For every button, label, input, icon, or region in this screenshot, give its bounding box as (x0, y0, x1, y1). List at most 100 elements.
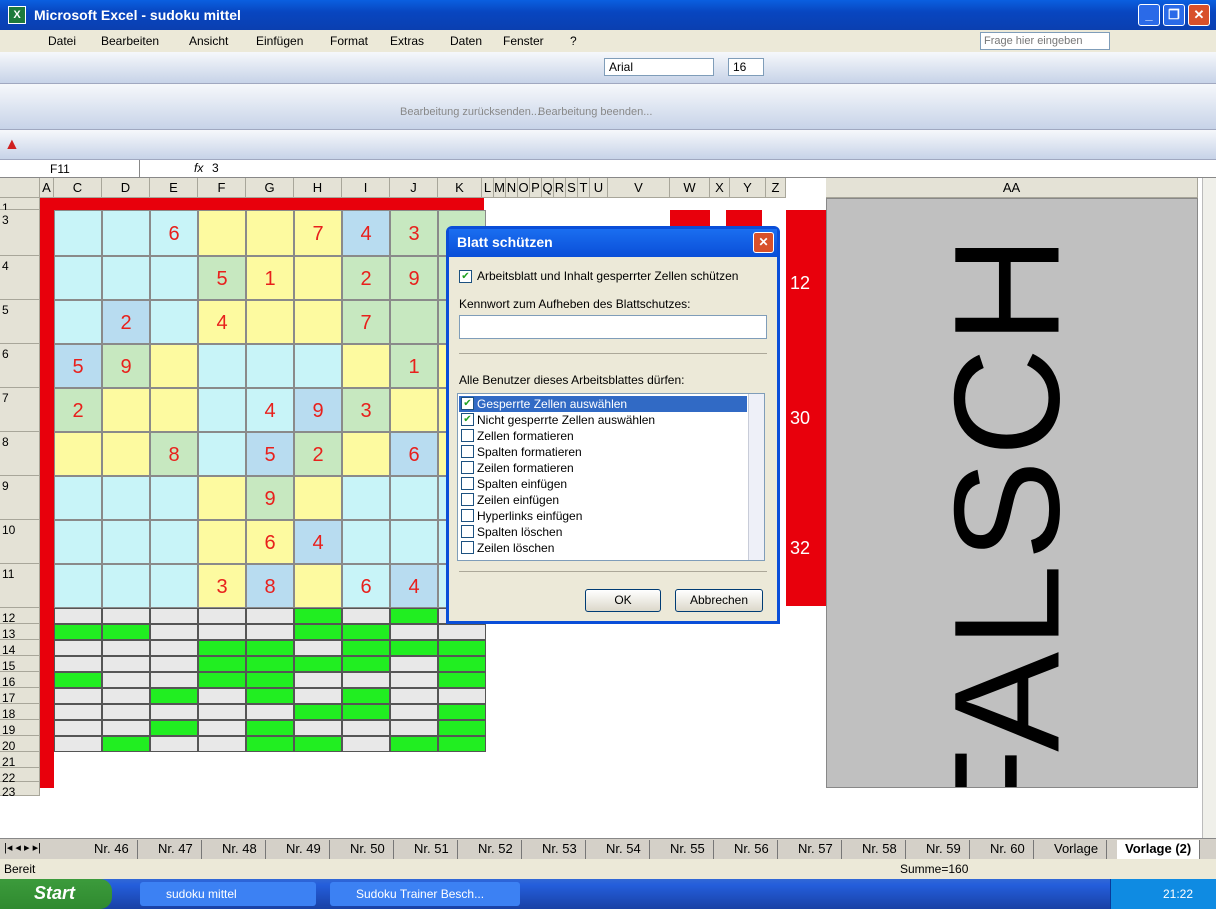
sudoku-cell[interactable] (246, 300, 294, 344)
sudoku-cell[interactable]: 9 (390, 256, 438, 300)
column-header[interactable]: AA (826, 178, 1198, 198)
row-header[interactable]: 7 (0, 388, 40, 432)
column-header[interactable]: I (342, 178, 390, 198)
row-header[interactable]: 16 (0, 672, 40, 689)
task-sudoku-trainer[interactable]: Sudoku Trainer Besch... (330, 882, 520, 906)
sheet-tab[interactable]: Nr. 56 (726, 840, 778, 859)
permission-checkbox[interactable] (461, 477, 474, 490)
sudoku-cell[interactable] (150, 520, 198, 564)
sudoku-cell[interactable] (294, 476, 342, 520)
sudoku-cell[interactable] (54, 564, 102, 608)
sudoku-cell[interactable]: 1 (390, 344, 438, 388)
sudoku-cell[interactable] (54, 476, 102, 520)
sudoku-cell[interactable] (342, 432, 390, 476)
column-header[interactable]: N (506, 178, 518, 198)
sudoku-cell[interactable]: 2 (54, 388, 102, 432)
permission-checkbox[interactable] (461, 445, 474, 458)
sudoku-cell[interactable]: 1 (246, 256, 294, 300)
sheet-tab[interactable]: Nr. 54 (598, 840, 650, 859)
row-header[interactable]: 20 (0, 736, 40, 753)
sheet-tab[interactable]: Nr. 58 (854, 840, 906, 859)
row-header[interactable]: 14 (0, 640, 40, 657)
sudoku-cell[interactable]: 4 (294, 520, 342, 564)
sudoku-cell[interactable] (198, 520, 246, 564)
column-header[interactable]: T (578, 178, 590, 198)
review-end-button[interactable]: Bearbeitung beenden... (538, 106, 652, 118)
sudoku-cell[interactable]: 5 (54, 344, 102, 388)
sudoku-cell[interactable]: 2 (342, 256, 390, 300)
row-header[interactable]: 3 (0, 210, 40, 256)
permission-item[interactable]: ✔ Gesperrte Zellen auswählen (459, 396, 747, 412)
sudoku-cell[interactable]: 7 (294, 210, 342, 256)
sudoku-cell[interactable]: 2 (102, 300, 150, 344)
sudoku-cell[interactable]: 8 (150, 432, 198, 476)
sudoku-cell[interactable] (198, 210, 246, 256)
vertical-scrollbar[interactable] (1202, 178, 1216, 838)
column-header[interactable]: C (54, 178, 102, 198)
sheet-tab[interactable]: Nr. 60 (982, 840, 1034, 859)
row-header[interactable]: 1 (0, 198, 40, 215)
row-header[interactable]: 15 (0, 656, 40, 673)
formula-input[interactable]: 3 (212, 161, 219, 175)
permission-item[interactable]: Spalten formatieren (459, 444, 747, 460)
sudoku-cell[interactable]: 6 (150, 210, 198, 256)
sudoku-cell[interactable]: 5 (198, 256, 246, 300)
column-header[interactable]: E (150, 178, 198, 198)
sudoku-cell[interactable] (342, 476, 390, 520)
sheet-tab[interactable]: Nr. 50 (342, 840, 394, 859)
sudoku-cell[interactable]: 6 (342, 564, 390, 608)
column-header[interactable]: Q (542, 178, 554, 198)
column-header[interactable]: S (566, 178, 578, 198)
task-excel[interactable]: sudoku mittel (140, 882, 316, 906)
sudoku-cell[interactable] (294, 256, 342, 300)
row-header[interactable]: 12 (0, 608, 40, 625)
sudoku-cell[interactable] (198, 388, 246, 432)
sudoku-cell[interactable]: 8 (246, 564, 294, 608)
sudoku-cell[interactable]: 9 (102, 344, 150, 388)
sudoku-cell[interactable]: 6 (246, 520, 294, 564)
list-scrollbar[interactable] (748, 394, 764, 560)
permission-item[interactable]: Zeilen einfügen (459, 492, 747, 508)
row-header[interactable]: 19 (0, 720, 40, 737)
sheet-tab[interactable]: Nr. 53 (534, 840, 586, 859)
row-header[interactable]: 4 (0, 256, 40, 300)
sudoku-cell[interactable] (294, 344, 342, 388)
sudoku-cell[interactable]: 3 (390, 210, 438, 256)
sudoku-cell[interactable] (102, 256, 150, 300)
help-input[interactable]: Frage hier eingeben (980, 32, 1110, 50)
permission-checkbox[interactable] (461, 525, 474, 538)
permission-item[interactable]: Hyperlinks einfügen (459, 508, 747, 524)
column-header[interactable]: V (608, 178, 670, 198)
sudoku-cell[interactable] (390, 300, 438, 344)
sudoku-cell[interactable]: 4 (246, 388, 294, 432)
sudoku-cell[interactable] (198, 344, 246, 388)
permission-item[interactable]: Zellen formatieren (459, 428, 747, 444)
sheet-tab[interactable]: Nr. 51 (406, 840, 458, 859)
sudoku-cell[interactable]: 4 (390, 564, 438, 608)
sudoku-cell[interactable]: 4 (198, 300, 246, 344)
sudoku-cell[interactable] (150, 256, 198, 300)
row-header[interactable]: 9 (0, 476, 40, 520)
permission-checkbox[interactable] (461, 461, 474, 474)
review-back-button[interactable]: Bearbeitung zurücksenden... (400, 106, 540, 118)
permission-checkbox[interactable]: ✔ (461, 413, 474, 426)
ok-button[interactable]: OK (585, 589, 661, 612)
sudoku-cell[interactable] (54, 256, 102, 300)
sudoku-cell[interactable] (198, 476, 246, 520)
row-header[interactable]: 22 (0, 768, 40, 785)
name-box[interactable]: F11 (20, 160, 140, 178)
menu-item[interactable]: Format (330, 34, 368, 48)
sudoku-cell[interactable]: 7 (342, 300, 390, 344)
permission-item[interactable]: Spalten einfügen (459, 476, 747, 492)
permission-checkbox[interactable] (461, 429, 474, 442)
sudoku-cell[interactable] (54, 300, 102, 344)
sheet-tab[interactable]: Nr. 59 (918, 840, 970, 859)
sheet-tab[interactable]: Nr. 48 (214, 840, 266, 859)
permissions-list[interactable]: ✔ Gesperrte Zellen auswählen ✔ Nicht gesper… (457, 393, 765, 561)
sudoku-cell[interactable]: 3 (198, 564, 246, 608)
sheet-tab[interactable]: Nr. 46 (86, 840, 138, 859)
menu-item[interactable]: Datei (48, 34, 76, 48)
sudoku-cell[interactable] (150, 564, 198, 608)
sudoku-cell[interactable] (246, 210, 294, 256)
sudoku-cell[interactable] (342, 344, 390, 388)
